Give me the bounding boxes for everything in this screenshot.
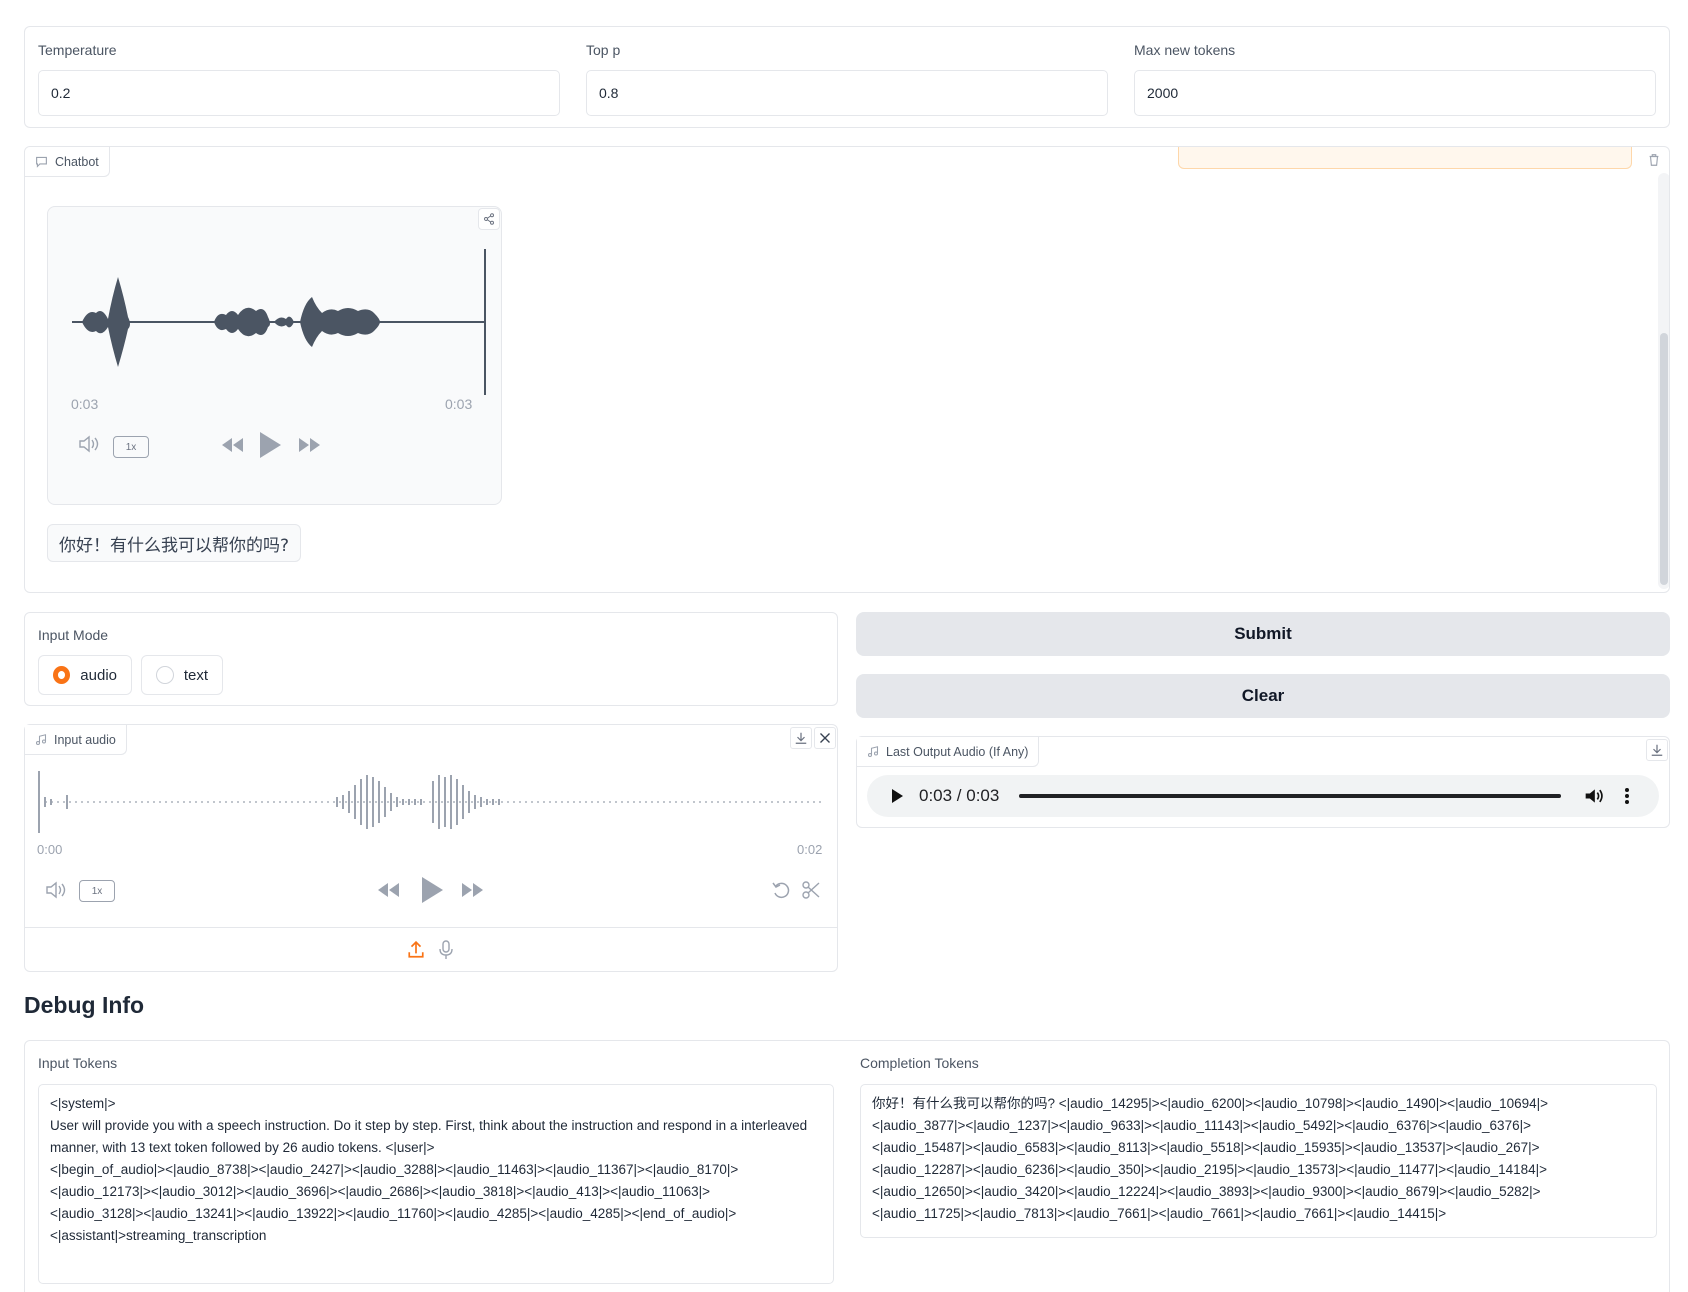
input-mode-panel: Input Mode audio text	[24, 612, 838, 706]
chatbot-scrollbar[interactable]	[1658, 173, 1669, 589]
output-audio-tag: Last Output Audio (If Any)	[857, 737, 1040, 767]
output-download-icon[interactable]	[1646, 739, 1668, 761]
input-play-icon[interactable]	[418, 874, 446, 906]
chatbot-label: Chatbot	[55, 154, 99, 169]
radio-text-label: text	[183, 666, 208, 684]
input-audio-panel: Input audio 0:00 0:02 1x	[24, 724, 838, 972]
volume-icon[interactable]	[76, 433, 102, 455]
output-progress-track[interactable]	[1019, 794, 1561, 798]
completion-tokens-textbox[interactable]: 你好！有什么我可以帮你的吗? <|audio_14295|><|audio_62…	[860, 1084, 1657, 1238]
input-audio-speed-button[interactable]: 1x	[79, 880, 115, 902]
temperature-input[interactable]: 0.2	[38, 70, 560, 116]
input-audio-start-time: 0:00	[37, 842, 63, 857]
fast-forward-icon[interactable]	[297, 433, 323, 457]
chatbot-scrollbar-thumb[interactable]	[1660, 333, 1668, 585]
output-progress-fill	[1019, 794, 1561, 798]
output-volume-icon[interactable]	[1582, 785, 1606, 807]
chat-audio-total-time: 0:03	[445, 396, 473, 412]
temperature-label: Temperature	[38, 42, 117, 58]
input-rewind-icon[interactable]	[375, 878, 401, 902]
input-audio-end-time: 0:02	[797, 842, 823, 857]
max-new-tokens-input[interactable]: 2000	[1134, 70, 1656, 116]
play-icon[interactable]	[256, 429, 284, 461]
output-audio-label: Last Output Audio (If Any)	[886, 744, 1029, 759]
input-tokens-textbox[interactable]: <|system|> User will provide you with a …	[38, 1084, 834, 1284]
input-audio-source-divider	[25, 927, 837, 928]
microphone-icon[interactable]	[435, 939, 457, 961]
radio-audio-dot	[53, 666, 71, 684]
output-audio-panel: Last Output Audio (If Any) 0:03 / 0:03	[856, 736, 1670, 828]
chat-audio-speed-button[interactable]: 1x	[113, 436, 149, 458]
scissors-icon[interactable]	[800, 879, 822, 901]
input-volume-icon[interactable]	[43, 879, 69, 901]
chatbot-panel: Chatbot 0:03 0:03 1x 你好！有什么我可以帮你的吗?	[24, 146, 1670, 593]
input-audio-tag: Input audio	[25, 725, 127, 755]
input-audio-label: Input audio	[54, 732, 116, 747]
music-note-icon	[35, 733, 47, 745]
download-icon[interactable]	[790, 727, 812, 749]
undo-icon[interactable]	[770, 879, 792, 901]
close-icon[interactable]	[814, 727, 836, 749]
chatbot-tag: Chatbot	[25, 147, 110, 177]
input-audio-waveform	[38, 771, 825, 833]
max-new-tokens-label: Max new tokens	[1134, 42, 1236, 58]
debug-panel: Input Tokens <|system|> User will provid…	[24, 1040, 1670, 1292]
radio-audio-label: audio	[80, 666, 117, 684]
clear-button[interactable]: Clear	[856, 674, 1670, 718]
chat-icon	[36, 156, 47, 168]
input-mode-label: Input Mode	[38, 627, 109, 643]
output-music-note-icon	[867, 745, 879, 757]
generation-params-panel: Temperature 0.2 Top p 0.8 Max new tokens…	[24, 26, 1670, 128]
top-p-input[interactable]: 0.8	[586, 70, 1108, 116]
delete-icon[interactable]	[1645, 151, 1663, 169]
radio-text[interactable]: text	[141, 655, 223, 695]
completion-tokens-label: Completion Tokens	[860, 1055, 979, 1071]
text-message-bubble: 你好！有什么我可以帮你的吗?	[47, 524, 302, 562]
upload-icon[interactable]	[405, 939, 427, 961]
audio-message-bubble: 0:03 0:03 1x	[47, 206, 502, 505]
rewind-icon[interactable]	[219, 433, 245, 457]
output-audio-time: 0:03 / 0:03	[919, 786, 1000, 805]
input-tokens-label: Input Tokens	[38, 1055, 118, 1071]
output-play-icon[interactable]	[887, 786, 907, 806]
submit-button[interactable]: Submit	[856, 612, 1670, 656]
radio-text-dot	[156, 666, 174, 684]
chat-audio-waveform	[72, 249, 486, 395]
radio-audio[interactable]: audio	[38, 655, 132, 695]
input-fast-forward-icon[interactable]	[460, 878, 486, 902]
share-icon[interactable]	[478, 208, 500, 230]
chat-audio-current-time: 0:03	[71, 396, 99, 412]
debug-info-heading: Debug Info	[24, 992, 145, 1018]
more-options-icon[interactable]	[1617, 785, 1637, 807]
top-p-label: Top p	[586, 42, 621, 58]
previous-message-edge	[1178, 147, 1632, 169]
output-audio-player[interactable]: 0:03 / 0:03	[867, 775, 1659, 817]
